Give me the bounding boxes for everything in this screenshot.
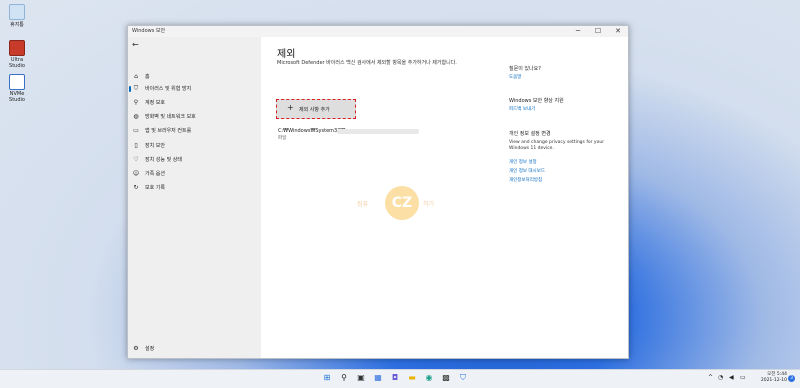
sidebar-item-protection-history[interactable]: ↻ 보호 기록 (128, 183, 261, 193)
watermark-right-text: 하기 (423, 201, 435, 208)
app-icon (9, 74, 25, 90)
desktop-icon-ultra-studio[interactable]: Ultra Studio (4, 40, 30, 69)
app-icon (9, 40, 25, 56)
page-title: 제외 (277, 49, 296, 60)
sidebar-item-label: 장치 성능 및 상태 (145, 157, 182, 163)
tray-chevron-icon[interactable]: ^ (708, 374, 713, 381)
task-view-icon[interactable]: ▣ (356, 373, 366, 383)
notification-badge[interactable]: 3 (788, 375, 795, 382)
exclusion-type: 파일 (278, 136, 287, 141)
desktop-icon-nvme-studio[interactable]: NVMe Studio (4, 74, 30, 103)
sidebar-item-label: 설정 (145, 346, 155, 352)
sidebar-item-label: 홈 (145, 74, 150, 80)
history-icon: ↻ (133, 184, 139, 191)
privacy-statement-link[interactable]: 개인정보처리방침 (509, 177, 542, 183)
sidebar-item-label: 앱 및 브라우저 컨트롤 (145, 128, 192, 134)
main-content: 제외 Microsoft Defender 바이러스 백신 검사에서 제외할 항… (261, 37, 628, 358)
search-icon[interactable]: ⚲ (339, 373, 349, 383)
privacy-settings-link[interactable]: 개인 정보 설정 (509, 159, 537, 165)
watermark-logo: CZ (385, 186, 419, 220)
home-icon: ⌂ (134, 73, 138, 80)
windows-security-window: Windows 보안 ─ ☐ ✕ ← ⌂ 홈 ⛉ 바이러스 및 위협 방지 ⚲ … (127, 25, 629, 359)
device-icon: ▯ (134, 142, 138, 149)
minimize-button[interactable]: ─ (568, 26, 588, 37)
exclusion-path[interactable]: C:₩Windows₩System32₩ (278, 128, 345, 134)
clock-date: 2021-12-10 (760, 378, 787, 383)
wifi-icon: ◍ (133, 113, 139, 120)
watermark: 컴퓨 CZ 하기 (351, 186, 481, 222)
sidebar-item-device-security[interactable]: ▯ 장치 보안 (128, 141, 261, 151)
page-description: Microsoft Defender 바이러스 백신 검사에서 제외할 항목을 … (277, 60, 457, 66)
sidebar-item-device-performance[interactable]: ♡ 장치 성능 및 상태 (128, 155, 261, 165)
person-icon: ⚲ (133, 99, 139, 106)
sidebar-item-label: 장치 보안 (145, 143, 165, 149)
clock[interactable]: 오전 5:44 2021-12-10 (757, 372, 787, 384)
help-heading: 질문이 있나요? (509, 66, 541, 72)
feedback-link[interactable]: 피드백 보내기 (509, 106, 535, 112)
title-bar: Windows 보안 ─ ☐ ✕ (128, 26, 628, 37)
sidebar-item-account-protection[interactable]: ⚲ 계정 보호 (128, 98, 261, 108)
add-exclusion-label: 제외 사항 추가 (299, 107, 330, 113)
watermark-left-text: 컴퓨 (357, 201, 369, 208)
sidebar: ← ⌂ 홈 ⛉ 바이러스 및 위협 방지 ⚲ 계정 보호 ◍ 방화벽 및 네트워… (128, 37, 261, 358)
store-icon[interactable]: ▩ (441, 373, 451, 383)
window-title: Windows 보안 (132, 28, 166, 34)
back-arrow-icon[interactable]: ← (132, 40, 139, 49)
desktop-icon-label: NVMe Studio (9, 91, 25, 103)
battery-icon[interactable]: ▭ (740, 374, 746, 381)
privacy-description: View and change privacy settings for you… (509, 140, 605, 151)
redacted-path-segment (337, 129, 419, 134)
sidebar-item-label: 바이러스 및 위협 방지 (145, 86, 192, 92)
recycle-bin-icon (9, 4, 25, 20)
maximize-button[interactable]: ☐ (588, 26, 608, 37)
sidebar-item-label: 방화벽 및 네트워크 보호 (145, 114, 196, 120)
add-exclusion-button[interactable]: + 제외 사항 추가 (276, 99, 356, 119)
privacy-heading: 개인 정보 설정 변경 (509, 131, 551, 137)
sidebar-item-label: 가족 옵션 (145, 171, 165, 177)
sidebar-item-firewall[interactable]: ◍ 방화벽 및 네트워크 보호 (128, 112, 261, 122)
desktop-icon-label: Ultra Studio (9, 57, 25, 69)
heart-icon: ♡ (133, 156, 139, 163)
security-icon[interactable]: ⛉ (458, 373, 468, 383)
desktop-icon-label: 휴지통 (10, 22, 24, 28)
browser-icon: ▭ (133, 127, 139, 134)
privacy-dashboard-link[interactable]: 개인 정보 대시보드 (509, 168, 545, 174)
windows-start-icon[interactable]: ⊞ (322, 373, 332, 383)
gear-icon: ⚙ (133, 345, 139, 352)
family-icon: ☺ (132, 170, 140, 177)
edge-icon[interactable]: ◉ (424, 373, 434, 383)
taskbar: ⊞ ⚲ ▣ ▦ ◘ ▬ ◉ ▩ ⛉ ^ ◔ ◀ ▭ 오전 5:44 2021-1… (0, 369, 800, 388)
sidebar-item-virus-protection[interactable]: ⛉ 바이러스 및 위협 방지 (128, 84, 261, 94)
sidebar-item-home[interactable]: ⌂ 홈 (128, 72, 261, 82)
sidebar-item-family-options[interactable]: ☺ 가족 옵션 (128, 169, 261, 179)
network-icon[interactable]: ◔ (718, 374, 723, 381)
desktop-icon-recycle-bin[interactable]: 휴지통 (4, 4, 30, 28)
sidebar-item-app-browser-control[interactable]: ▭ 앱 및 브라우저 컨트롤 (128, 126, 261, 136)
widgets-icon[interactable]: ▦ (373, 373, 383, 383)
sidebar-item-label: 보호 기록 (145, 185, 165, 191)
shield-icon: ⛉ (133, 85, 139, 92)
volume-icon[interactable]: ◀ (729, 374, 734, 381)
sidebar-item-label: 계정 보호 (145, 100, 165, 106)
chat-icon[interactable]: ◘ (390, 373, 400, 383)
improve-heading: Windows 보안 향상 지원 (509, 98, 564, 104)
help-link[interactable]: 도움말 (509, 74, 521, 80)
sidebar-item-settings[interactable]: ⚙ 설정 (128, 344, 261, 354)
plus-icon: + (287, 103, 294, 112)
file-explorer-icon[interactable]: ▬ (407, 373, 417, 383)
close-button[interactable]: ✕ (608, 26, 628, 37)
